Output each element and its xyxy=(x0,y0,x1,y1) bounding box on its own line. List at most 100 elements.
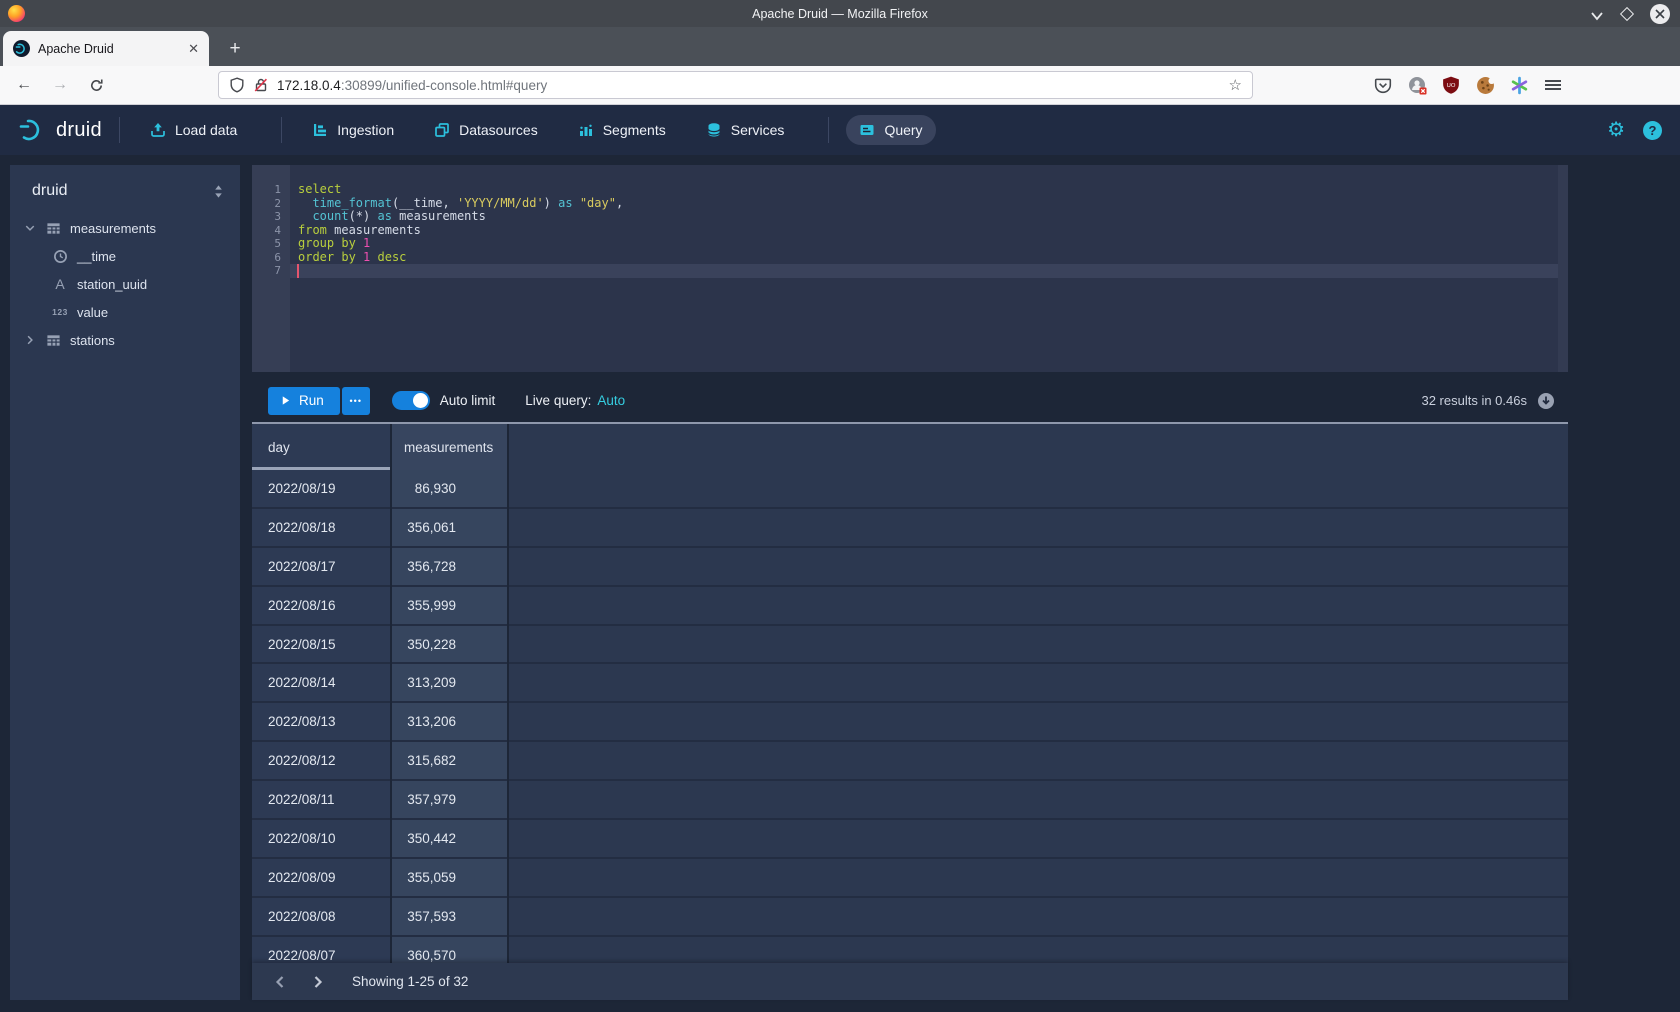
code-line[interactable]: count(*) as measurements xyxy=(298,210,1556,224)
browser-toolbar: ← → 172.18.0.4:30899/unified-console.htm… xyxy=(0,66,1680,105)
line-number: 7 xyxy=(252,264,290,278)
results-table: day measurements 2022/08/1986,9302022/08… xyxy=(252,424,1568,963)
insecure-lock-icon[interactable] xyxy=(253,77,269,93)
table-row: 2022/08/08357,593 xyxy=(252,898,1568,937)
close-button[interactable] xyxy=(1650,4,1670,24)
nav-item-services[interactable]: Services xyxy=(693,115,798,145)
double-caret-icon[interactable] xyxy=(211,184,226,199)
sql-editor[interactable]: 1234567 select time_format(__time, 'YYYY… xyxy=(252,165,1568,372)
prev-page-icon[interactable] xyxy=(270,975,290,989)
clock-icon xyxy=(53,249,68,264)
url-text[interactable]: 172.18.0.4:30899/unified-console.html#qu… xyxy=(277,78,547,93)
table-row: 2022/08/12315,682 xyxy=(252,742,1568,781)
minimize-button[interactable] xyxy=(1590,9,1604,19)
schema-sidebar: druid measurements __time A station_uuid… xyxy=(10,165,240,1000)
tree-item-time[interactable]: __time xyxy=(10,242,240,270)
druid-favicon-icon xyxy=(13,40,30,57)
nav-item-segments[interactable]: Segments xyxy=(565,115,679,145)
chevron-right-icon[interactable] xyxy=(24,334,36,346)
table-row: 2022/08/14313,209 xyxy=(252,664,1568,703)
settings-gear-icon[interactable]: ⚙ xyxy=(1607,120,1625,140)
auto-limit-label: Auto limit xyxy=(440,393,496,408)
window-titlebar: Apache Druid — Mozilla Firefox xyxy=(0,0,1680,27)
column-header-measurements[interactable]: measurements xyxy=(392,424,507,470)
tree-item-value[interactable]: 123 value xyxy=(10,298,240,326)
code-line[interactable]: order by 1 desc xyxy=(298,251,1556,265)
schema-selector[interactable]: druid xyxy=(32,182,211,200)
back-icon[interactable]: ← xyxy=(12,76,36,94)
live-query-value[interactable]: Auto xyxy=(597,393,625,408)
cookie-icon[interactable] xyxy=(1473,73,1497,97)
new-tab-button[interactable]: + xyxy=(222,36,248,62)
account-disabled-icon[interactable] xyxy=(1405,73,1429,97)
cell-day: 2022/08/08 xyxy=(252,898,390,937)
line-number: 5 xyxy=(252,237,290,251)
url-host: 172.18.0.4 xyxy=(277,78,341,93)
cell-filler xyxy=(509,587,1568,626)
cell-measurements: 355,999 xyxy=(392,587,507,626)
pocket-icon[interactable] xyxy=(1371,73,1395,97)
nav-separator xyxy=(828,117,829,143)
editor-scrollbar[interactable] xyxy=(1558,165,1568,372)
cell-filler xyxy=(509,626,1568,665)
druid-logo[interactable]: druid xyxy=(18,116,102,144)
cell-day: 2022/08/09 xyxy=(252,859,390,898)
code-line[interactable]: select xyxy=(298,183,1556,197)
table-icon xyxy=(46,221,61,236)
bookmark-star-icon[interactable]: ☆ xyxy=(1229,76,1242,94)
auto-limit-toggle[interactable] xyxy=(392,391,430,410)
forward-icon[interactable]: → xyxy=(48,76,72,94)
line-number: 3 xyxy=(252,210,290,224)
shield-icon[interactable] xyxy=(229,77,245,93)
run-more-button[interactable]: ••• xyxy=(342,387,370,415)
code-line[interactable]: from measurements xyxy=(298,224,1556,238)
nav-separator xyxy=(119,117,120,143)
browser-tab[interactable]: Apache Druid ✕ xyxy=(3,31,209,66)
table-row: 2022/08/13313,206 xyxy=(252,703,1568,742)
table-row: 2022/08/11357,979 xyxy=(252,781,1568,820)
extension-asterisk-icon[interactable] xyxy=(1507,73,1531,97)
reload-icon[interactable] xyxy=(84,78,108,93)
run-button[interactable]: Run xyxy=(268,387,340,415)
cell-measurements: 355,059 xyxy=(392,859,507,898)
help-icon[interactable]: ? xyxy=(1643,121,1662,140)
tree-item-station-uuid[interactable]: A station_uuid xyxy=(10,270,240,298)
menu-icon[interactable] xyxy=(1541,73,1565,97)
nav-item-label: Datasources xyxy=(459,122,538,138)
table-row: 2022/08/16355,999 xyxy=(252,587,1568,626)
tree-item-measurements[interactable]: measurements xyxy=(10,214,240,242)
tab-close-icon[interactable]: ✕ xyxy=(188,41,199,57)
ublock-icon[interactable]: UO xyxy=(1439,73,1463,97)
tree-item-stations[interactable]: stations xyxy=(10,326,240,354)
chevron-down-icon[interactable] xyxy=(24,222,36,234)
pagination-status: Showing 1-25 of 32 xyxy=(352,974,468,989)
maximize-button[interactable] xyxy=(1620,6,1634,20)
tree-item-label: stations xyxy=(70,333,115,348)
nav-item-ingestion[interactable]: Ingestion xyxy=(299,115,407,145)
nav-item-datasources[interactable]: Datasources xyxy=(421,115,551,145)
results-rows: 2022/08/1986,9302022/08/18356,0612022/08… xyxy=(252,470,1568,963)
tree-item-label: value xyxy=(77,305,108,320)
nav-item-query[interactable]: Query xyxy=(846,115,935,145)
cell-measurements: 313,209 xyxy=(392,664,507,703)
download-icon[interactable] xyxy=(1537,392,1555,410)
code-line[interactable]: group by 1 xyxy=(298,237,1556,251)
next-page-icon[interactable] xyxy=(308,975,328,989)
cell-day: 2022/08/18 xyxy=(252,509,390,548)
nav-item-load-data[interactable]: Load data xyxy=(137,115,250,145)
sort-indicator xyxy=(252,467,390,470)
code-line[interactable]: time_format(__time, 'YYYY/MM/dd') as "da… xyxy=(298,197,1556,211)
table-row: 2022/08/07360,570 xyxy=(252,937,1568,963)
cell-measurements: 350,442 xyxy=(392,820,507,859)
editor-active-line xyxy=(252,264,1568,278)
services-icon xyxy=(706,122,722,138)
cell-day: 2022/08/15 xyxy=(252,626,390,665)
column-header-day[interactable]: day xyxy=(252,424,390,470)
tab-title: Apache Druid xyxy=(38,42,180,56)
table-row: 2022/08/10350,442 xyxy=(252,820,1568,859)
pagination-footer: Showing 1-25 of 32 xyxy=(252,963,1568,1000)
run-bar: Run ••• Auto limit Live query: Auto 32 r… xyxy=(252,386,1568,415)
url-bar[interactable]: 172.18.0.4:30899/unified-console.html#qu… xyxy=(218,71,1253,99)
table-row: 2022/08/18356,061 xyxy=(252,509,1568,548)
cell-measurements: 315,682 xyxy=(392,742,507,781)
